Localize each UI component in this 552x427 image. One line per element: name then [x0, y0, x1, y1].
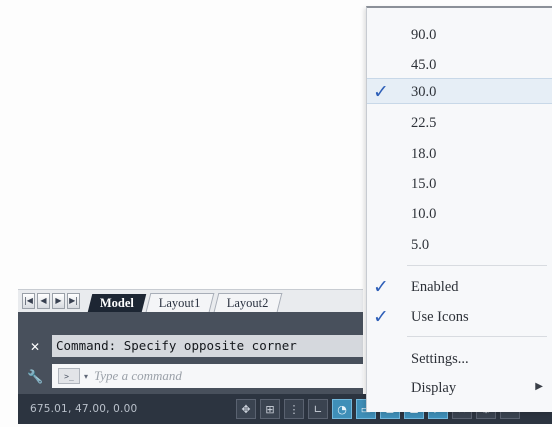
wrench-icon[interactable]: 🔧 — [27, 370, 43, 386]
angle-label: 45.0 — [411, 57, 437, 73]
layout-tab-strip: |◀ ◀ ▶ ▶| Model Layout1 Layout2 — [18, 289, 363, 313]
command-input[interactable]: >_ ▾ Type a command — [52, 364, 363, 388]
display-label: Display — [411, 380, 457, 396]
settings-label: Settings... — [411, 351, 469, 367]
previous-layout-icon[interactable]: ◀ — [37, 293, 50, 309]
angle-label: 30.0 — [411, 84, 437, 100]
tab-layout2-label: Layout2 — [226, 295, 269, 310]
angle-label: 22.5 — [411, 115, 437, 131]
grid-icon[interactable]: ⊞ — [260, 399, 280, 419]
use-icons-label: Use Icons — [411, 309, 469, 325]
model-space-icon[interactable]: ✥ — [236, 399, 256, 419]
close-icon[interactable]: ✕ — [28, 340, 42, 354]
menu-separator — [407, 265, 547, 266]
angle-label: 15.0 — [411, 176, 437, 192]
command-window: ✕ 🔧 Command: Specify opposite corner >_ … — [18, 312, 363, 394]
check-icon: ✓ — [373, 276, 389, 298]
next-layout-icon[interactable]: ▶ — [52, 293, 65, 309]
menu-item-display[interactable]: Display ▶ — [367, 375, 552, 401]
check-icon: ✓ — [373, 81, 389, 103]
check-icon: ✓ — [373, 306, 389, 328]
angle-label: 18.0 — [411, 146, 437, 162]
chevron-down-icon[interactable]: ▾ — [84, 372, 88, 381]
polar-tracking-icon[interactable]: ◔ — [332, 399, 352, 419]
menu-item-use-icons[interactable]: ✓ Use Icons — [367, 304, 552, 330]
command-history: Command: Specify opposite corner — [52, 335, 363, 357]
menu-item-angle-5[interactable]: 5.0 — [367, 232, 552, 258]
menu-item-angle-10[interactable]: 10.0 — [367, 201, 552, 227]
menu-separator — [407, 336, 547, 337]
polar-tracking-menu: 90.0 45.0 ✓ 30.0 22.5 18.0 15.0 10.0 5.0… — [366, 6, 552, 412]
last-layout-icon[interactable]: ▶| — [67, 293, 80, 309]
angle-label: 90.0 — [411, 27, 437, 43]
menu-item-angle-90[interactable]: 90.0 — [367, 22, 552, 48]
tab-model-label: Model — [100, 295, 135, 309]
snap-icon[interactable]: ⋮ — [284, 399, 304, 419]
enabled-label: Enabled — [411, 279, 459, 295]
command-placeholder: Type a command — [94, 368, 182, 383]
menu-item-enabled[interactable]: ✓ Enabled — [367, 274, 552, 300]
menu-item-angle-18[interactable]: 18.0 — [367, 141, 552, 167]
command-prompt-icon[interactable]: >_ — [58, 368, 80, 384]
tab-layout1-label: Layout1 — [158, 295, 201, 310]
tab-layout2[interactable]: Layout2 — [213, 293, 282, 312]
angle-label: 10.0 — [411, 206, 437, 222]
ortho-icon[interactable]: ∟ — [308, 399, 328, 419]
menu-item-angle-30[interactable]: ✓ 30.0 — [367, 78, 552, 104]
menu-item-angle-45[interactable]: 45.0 — [367, 52, 552, 78]
tab-layout1[interactable]: Layout1 — [145, 293, 215, 312]
first-layout-icon[interactable]: |◀ — [22, 293, 35, 309]
submenu-arrow-icon: ▶ — [535, 381, 543, 392]
menu-item-angle-22-5[interactable]: 22.5 — [367, 110, 552, 136]
coordinate-readout[interactable]: 675.01, 47.00, 0.00 — [30, 394, 137, 424]
tab-model[interactable]: Model — [87, 293, 147, 312]
angle-label: 5.0 — [411, 237, 430, 253]
menu-item-settings[interactable]: Settings... — [367, 346, 552, 372]
menu-item-angle-15[interactable]: 15.0 — [367, 171, 552, 197]
